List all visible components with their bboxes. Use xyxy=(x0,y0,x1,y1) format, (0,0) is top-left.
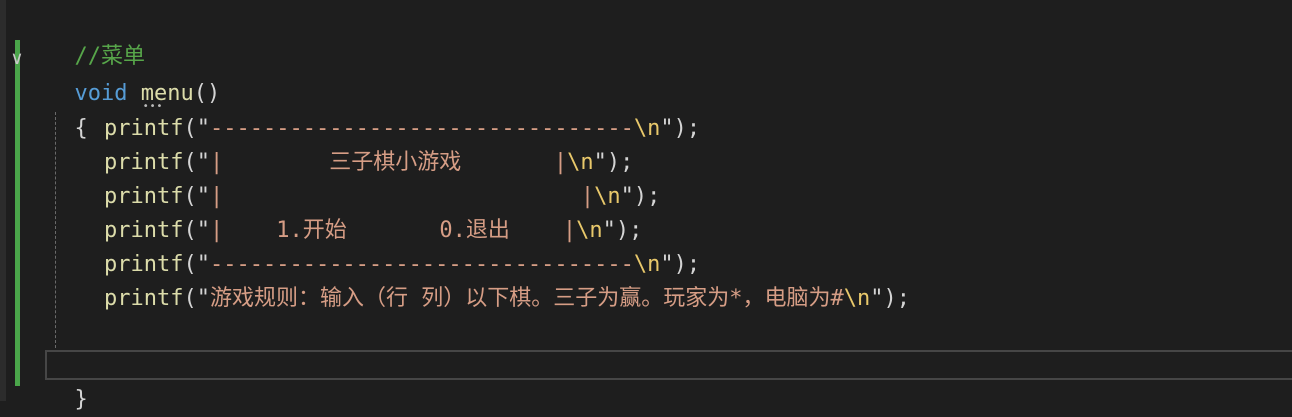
printf-call: printf xyxy=(104,150,184,175)
printf-call: printf xyxy=(104,116,184,141)
change-indicator xyxy=(15,40,20,386)
string-literal: | | xyxy=(209,184,595,209)
current-line-highlight xyxy=(45,350,1292,380)
string-literal: -------------------------------- xyxy=(209,116,634,141)
chevron-down-icon[interactable]: ∨ xyxy=(6,48,28,70)
string-literal: | 三子棋小游戏 | xyxy=(209,150,568,175)
escape-seq: \n xyxy=(567,150,594,175)
string-literal: 游戏规则：输入（行 列）以下棋。三子为赢。玩家为*，电脑为# xyxy=(209,286,844,311)
escape-seq: \n xyxy=(576,218,603,243)
escape-seq: \n xyxy=(633,116,661,141)
escape-seq: \n xyxy=(594,184,621,209)
string-literal: | 1.开始 0.退出 | xyxy=(209,218,577,243)
escape-seq: \n xyxy=(843,286,871,311)
code-line-close-brace[interactable]: } xyxy=(48,349,88,412)
printf-call: printf xyxy=(104,218,184,243)
close-brace: } xyxy=(74,387,88,412)
code-line-open-brace[interactable]: { xyxy=(48,78,88,141)
code-line-print-5[interactable]: printf("--------------------------------… xyxy=(48,248,700,282)
printf-call: printf xyxy=(104,252,184,277)
code-line-signature[interactable]: void menu •••() xyxy=(48,43,221,112)
printf-call: printf xyxy=(104,286,184,311)
string-literal: -------------------------------- xyxy=(209,252,634,277)
code-line-print-3[interactable]: printf("| |\n"); xyxy=(48,180,660,214)
code-line-print-1[interactable]: printf("--------------------------------… xyxy=(48,112,700,146)
printf-call: printf xyxy=(104,184,184,209)
code-line-print-4[interactable]: printf("| 1.开始 0.退出 |\n"); xyxy=(48,214,642,248)
escape-seq: \n xyxy=(633,252,661,277)
parens: () xyxy=(193,81,221,106)
code-line-comment[interactable]: //菜单 xyxy=(48,6,146,69)
code-line-print-2[interactable]: printf("| 三子棋小游戏 |\n"); xyxy=(48,146,633,180)
code-line-print-6[interactable]: printf("游戏规则：输入（行 列）以下棋。三子为赢。玩家为*，电脑为#\n… xyxy=(48,282,910,316)
